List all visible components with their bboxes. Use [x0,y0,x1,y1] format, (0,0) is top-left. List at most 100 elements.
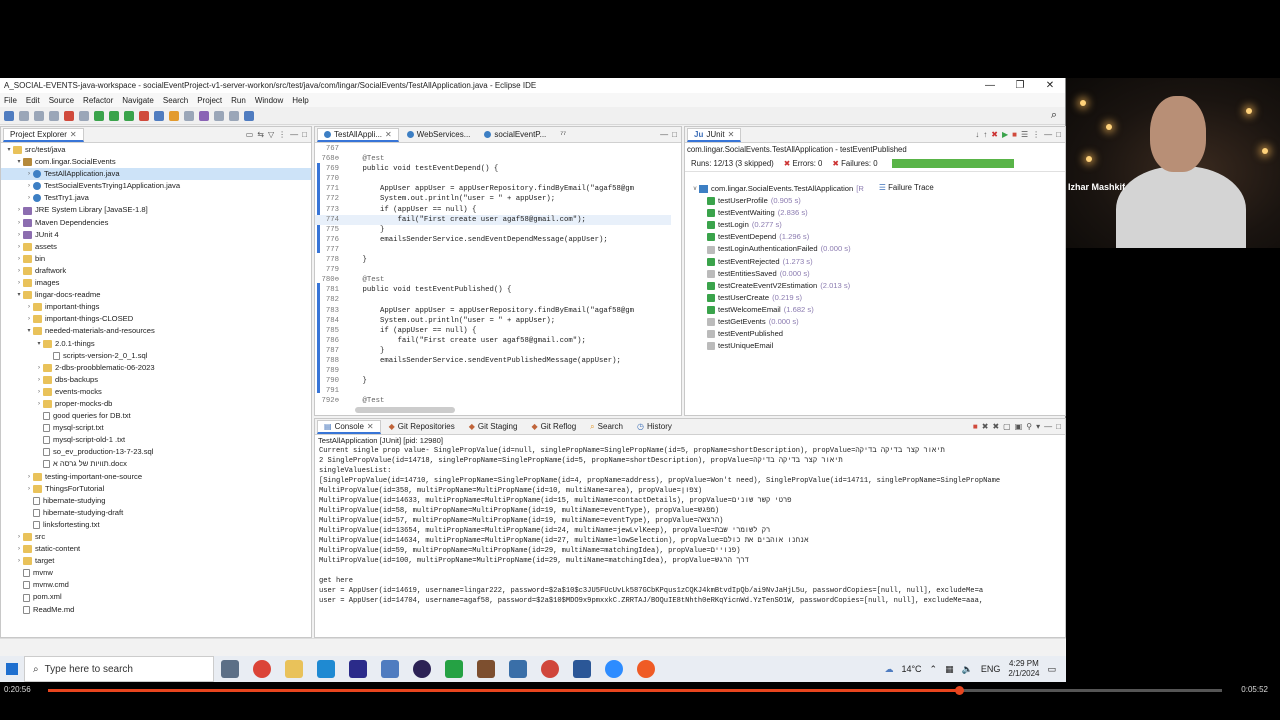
chevron-down-icon[interactable]: ▾ [15,289,23,301]
previous-failure-icon[interactable]: ↑ [983,130,987,139]
maximize-view-icon[interactable]: □ [302,130,307,139]
save-all-icon[interactable] [34,110,44,121]
link-editor-icon[interactable]: ⇆ [257,130,264,139]
view-menu-icon[interactable]: ⋮ [1032,130,1040,139]
task-view-icon[interactable] [221,660,239,678]
tree-item[interactable]: ▾ needed-materials-and-resources [1,325,311,337]
tree-item[interactable]: ▾ lingar-docs-readme [1,289,311,301]
tree-item[interactable]: › TestAllApplication.java [1,168,311,181]
new-icon[interactable] [4,110,14,121]
chevron-right-icon[interactable]: › [25,168,33,180]
chevron-right-icon[interactable]: › [15,277,23,289]
code-line[interactable]: 792⊖ @Test [315,396,671,406]
external-tools-icon[interactable] [139,110,149,121]
editor-tab-overflow[interactable]: ⁷⁷ [554,129,572,140]
chevron-right-icon[interactable]: › [15,241,23,253]
menu-run[interactable]: Run [231,96,246,105]
editor-horizontal-scrollbar[interactable] [355,407,455,413]
weather-temp[interactable]: 14°C [901,664,921,674]
chevron-right-icon[interactable]: › [25,301,33,313]
open-type-icon[interactable] [169,110,179,121]
menu-refactor[interactable]: Refactor [83,96,113,105]
tree-item[interactable]: › proper-mocks-db [1,398,311,410]
chevron-right-icon[interactable]: › [15,204,23,216]
junit-test-item[interactable]: testCreateEventV2Estimation (2.013 s) [685,280,877,292]
open-console-icon[interactable]: ▾ [1036,422,1040,431]
junit-test-item[interactable]: testEventWaiting (2.836 s) [685,207,877,219]
tree-item[interactable]: › events-mocks [1,386,311,398]
close-icon[interactable]: ✕ [728,130,735,139]
close-icon[interactable]: ✕ [367,422,374,431]
annotation-icon[interactable] [199,110,209,121]
remove-all-icon[interactable]: ✖ [992,422,999,431]
chevron-right-icon[interactable]: › [15,217,23,229]
junit-test-item[interactable]: testUniqueEmail [685,340,877,352]
tree-item[interactable]: ReadMe.md [1,604,311,616]
tree-item[interactable]: › 2-dbs-proobblematic-06-2023 [1,362,311,374]
stop-icon[interactable] [64,110,74,121]
terminate-icon[interactable]: ■ [973,422,978,431]
coverage-icon[interactable] [124,110,134,121]
code-line[interactable]: 777 [315,245,671,255]
code-line[interactable]: 768⊖ @Test [315,154,671,164]
code-line[interactable]: 767 [315,144,671,154]
tree-item[interactable]: ▾ src/test/java [1,144,311,156]
tree-item[interactable]: › JRE System Library [JavaSE-1.8] [1,204,311,216]
tree-item[interactable]: hibernate-studying [1,495,311,507]
chevron-right-icon[interactable]: › [15,253,23,265]
junit-test-item[interactable]: testLoginAuthenticationFailed (0.000 s) [685,243,877,255]
minimize-view-icon[interactable]: — [1044,422,1052,431]
menu-source[interactable]: Source [49,96,74,105]
tree-item[interactable]: › important-things [1,301,311,313]
chevron-down-icon[interactable]: ▾ [35,338,43,350]
junit-test-item[interactable]: testEventPublished [685,328,877,340]
tree-item[interactable]: good queries for DB.txt [1,410,311,422]
history-icon[interactable]: ☰ [1021,130,1028,139]
intellij-icon[interactable] [349,660,367,678]
code-line[interactable]: 784 System.out.println("user = " + appUs… [315,316,671,326]
close-icon[interactable]: ✕ [385,130,392,139]
new-java-class-icon[interactable] [154,110,164,121]
scroll-lock-icon[interactable]: ▣ [1015,422,1023,431]
chevron-right-icon[interactable]: › [35,386,43,398]
tree-item[interactable]: › assets [1,241,311,253]
minimize-view-icon[interactable]: — [290,130,298,139]
code-area[interactable]: 767 768⊖ @Test 769 public void testEventDe… [315,144,671,406]
code-line[interactable]: 781 public void testEventPublished() { [315,285,671,295]
code-line[interactable]: 773 if (appUser == null) { [315,205,671,215]
editor-tab-webservices[interactable]: WebServices... [401,129,477,140]
menu-search[interactable]: Search [163,96,188,105]
code-line[interactable]: 782 [315,295,671,305]
code-line[interactable]: 788 emailsSenderService.sendEventPublish… [315,356,671,366]
chevron-right-icon[interactable]: › [35,374,43,386]
filter-icon[interactable]: ▽ [268,130,274,139]
filezilla-icon[interactable] [541,660,559,678]
code-line[interactable]: 769 public void testEventDepend() { [315,164,671,174]
junit-test-item[interactable]: testEntitiesSaved (0.000 s) [685,268,877,280]
code-line[interactable]: 775 } [315,225,671,235]
tree-item[interactable]: scripts-version-2_0_1.sql [1,350,311,362]
tree-item[interactable]: ▾ 2.0.1-things [1,338,311,350]
chevron-right-icon[interactable]: › [35,362,43,374]
tree-item[interactable]: › JUnit 4 [1,229,311,241]
tree-item[interactable]: mysql-script-old-1 .txt [1,434,311,446]
collapse-all-icon[interactable]: ▭ [246,130,254,139]
volume-icon[interactable]: 🔈 [962,664,973,675]
whatsapp-icon[interactable] [445,660,463,678]
minimize-view-icon[interactable]: — [660,130,668,139]
chevron-down-icon[interactable]: ▾ [5,144,13,156]
tree-item[interactable]: › Maven Dependencies [1,217,311,229]
code-line[interactable]: 786 fail("First create user agaf58@gmail… [315,336,671,346]
tree-item[interactable]: › src [1,531,311,543]
stop-run-icon[interactable]: ■ [1012,130,1017,139]
tree-item[interactable]: pom.xml [1,591,311,603]
search-icon[interactable]: ⌕ [1051,109,1057,122]
junit-test-item[interactable]: testEventDepend (1.296 s) [685,231,877,243]
tree-item[interactable]: so_ev_production-13-7-23.sql [1,446,311,458]
code-line[interactable]: 772 System.out.println("user = " + appUs… [315,194,671,204]
junit-test-item[interactable]: testWelcomeEmail (1.682 s) [685,304,877,316]
tree-item[interactable]: › bin [1,253,311,265]
menu-navigate[interactable]: Navigate [122,96,154,105]
tree-item[interactable]: mysql-script.txt [1,422,311,434]
save-icon[interactable] [19,110,29,121]
